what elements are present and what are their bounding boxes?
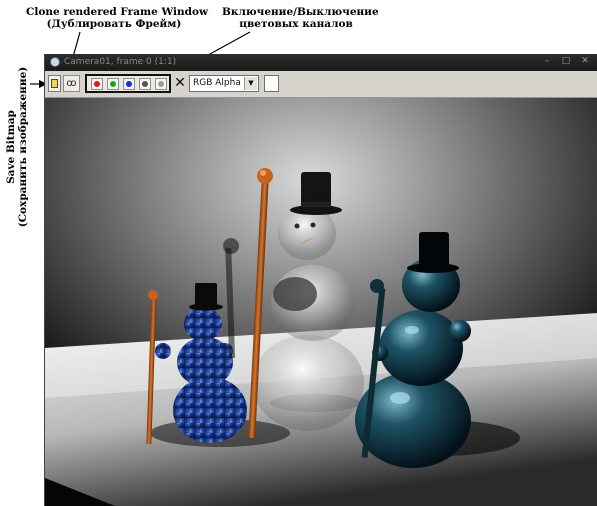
- color-swatch[interactable]: [264, 75, 279, 92]
- clone-annotation-line2: (Дублировать Фрейм): [46, 18, 182, 30]
- save-annotation-line2: (Сохранить изображение): [17, 66, 29, 228]
- channels-annotation-line1: Включение/Выключение: [222, 6, 379, 18]
- save-bitmap-icon: [51, 79, 58, 88]
- app-icon: [50, 57, 60, 67]
- monochrome-toggle[interactable]: [139, 78, 151, 90]
- channel-toggle-group: [85, 74, 171, 93]
- clear-button[interactable]: ✕: [173, 75, 187, 92]
- alpha-channel-toggle[interactable]: [155, 78, 167, 90]
- rendered-image: [45, 98, 597, 506]
- save-annotation-line1: Save Bitmap: [5, 110, 17, 184]
- frame-toolbar: ꝏ ✕ RGB Alpha ▼: [45, 71, 597, 98]
- clone-frame-icon: ꝏ: [66, 78, 77, 89]
- rendered-frame-window: Camera01, frame 0 (1:1) – □ ✕ ꝏ ✕ RGB Al…: [44, 54, 597, 506]
- channel-select[interactable]: RGB Alpha ▼: [189, 75, 259, 92]
- render-viewport: [45, 98, 597, 506]
- red-channel-toggle[interactable]: [91, 78, 103, 90]
- green-channel-icon: [110, 81, 116, 87]
- green-channel-toggle[interactable]: [107, 78, 119, 90]
- minimize-button[interactable]: –: [538, 56, 556, 67]
- clone-frame-button[interactable]: ꝏ: [63, 75, 80, 92]
- blue-channel-toggle[interactable]: [123, 78, 135, 90]
- clone-annotation: Clone rendered Frame Window (Дублировать…: [26, 6, 209, 30]
- channels-annotation: Включение/Выключение цветовых каналов: [222, 6, 379, 30]
- save-annotation: Save Bitmap (Сохранить изображение): [0, 62, 34, 232]
- red-channel-icon: [94, 81, 100, 87]
- blue-channel-icon: [126, 81, 132, 87]
- window-title: Camera01, frame 0 (1:1): [64, 57, 177, 67]
- clone-annotation-line1: Clone rendered Frame Window: [26, 6, 209, 18]
- maximize-button[interactable]: □: [557, 56, 575, 67]
- save-bitmap-button[interactable]: [48, 75, 61, 92]
- close-button[interactable]: ✕: [576, 56, 594, 67]
- channels-annotation-line2: цветовых каналов: [239, 18, 353, 30]
- clear-icon: ✕: [174, 75, 186, 91]
- channel-select-value: RGB Alpha: [193, 78, 241, 88]
- chevron-down-icon[interactable]: ▼: [244, 77, 257, 90]
- monochrome-icon: [142, 81, 148, 87]
- alpha-channel-icon: [158, 81, 164, 87]
- window-titlebar[interactable]: Camera01, frame 0 (1:1) – □ ✕: [45, 54, 597, 70]
